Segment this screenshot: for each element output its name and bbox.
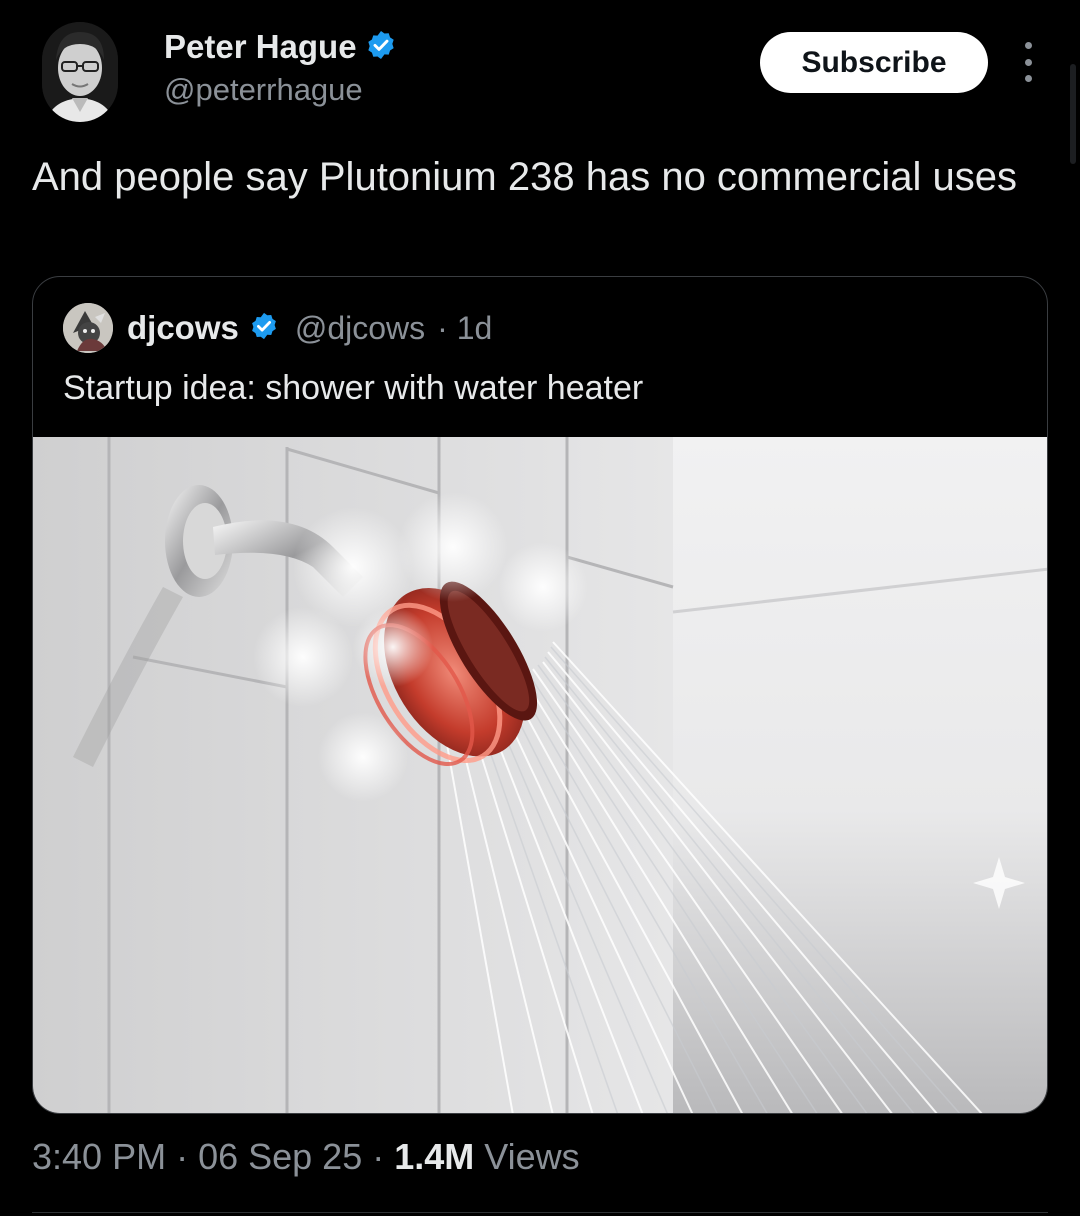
subscribe-button[interactable]: Subscribe	[760, 32, 988, 93]
more-vertical-icon[interactable]	[1016, 42, 1040, 82]
quoted-tweet-time: · 1d	[437, 309, 493, 346]
quoted-author-name[interactable]: djcows	[127, 309, 239, 347]
quoted-author-handle[interactable]: @djcows	[295, 310, 425, 347]
verified-badge-icon	[249, 311, 279, 346]
author-avatar[interactable]	[42, 22, 118, 122]
tweet-date[interactable]: 06 Sep 25	[198, 1136, 362, 1178]
views-count: 1.4M	[394, 1136, 475, 1177]
separator-dot: ·	[176, 1136, 189, 1177]
shower-head-image	[33, 437, 1047, 1113]
author-name[interactable]: Peter Hague	[164, 28, 357, 66]
quoted-tweet-header: djcows @djcows · 1d	[63, 303, 492, 353]
scrollbar[interactable]	[1070, 64, 1076, 164]
quoted-tweet-image[interactable]	[33, 437, 1047, 1113]
tweet-text: And people say Plutonium 238 has no comm…	[32, 155, 1017, 199]
divider	[32, 1212, 1048, 1213]
tweet-meta: 3:40 PM · 06 Sep 25 · 1.4M Views	[32, 1136, 580, 1178]
author-avatar-image	[42, 22, 118, 122]
author-handle[interactable]: @peterrhague	[164, 72, 363, 108]
tweet: Peter Hague @peterrhague Subscribe And p…	[0, 0, 1080, 1216]
tweet-time[interactable]: 3:40 PM	[32, 1136, 166, 1178]
separator-dot: ·	[372, 1136, 385, 1177]
views-label: Views	[484, 1136, 580, 1177]
verified-badge-icon	[365, 29, 397, 66]
quoted-author-avatar[interactable]	[63, 303, 113, 353]
author-name-row[interactable]: Peter Hague	[164, 28, 397, 66]
quoted-author-avatar-image	[63, 303, 113, 353]
quoted-tweet[interactable]: djcows @djcows · 1d Startup idea: shower…	[32, 276, 1048, 1114]
quoted-tweet-text: Startup idea: shower with water heater	[63, 369, 644, 407]
